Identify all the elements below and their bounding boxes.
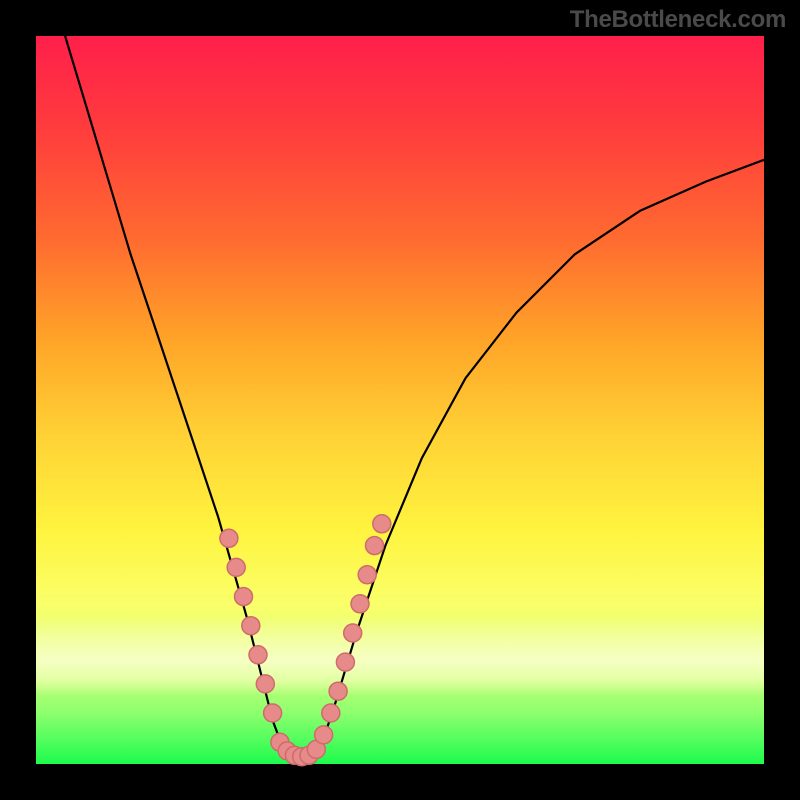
marker-group xyxy=(220,515,391,766)
curve-group xyxy=(65,36,764,757)
marker-dot xyxy=(315,726,333,744)
marker-dot xyxy=(249,646,267,664)
plot-area xyxy=(36,36,764,764)
marker-dot xyxy=(235,588,253,606)
branding-watermark: TheBottleneck.com xyxy=(570,6,786,34)
marker-dot xyxy=(336,653,354,671)
bottleneck-curve xyxy=(65,36,764,757)
marker-dot xyxy=(366,537,384,555)
marker-dot xyxy=(329,682,347,700)
marker-dot xyxy=(242,617,260,635)
outer-frame: TheBottleneck.com xyxy=(0,0,800,800)
marker-dot xyxy=(264,704,282,722)
marker-dot xyxy=(358,566,376,584)
marker-dot xyxy=(220,529,238,547)
marker-dot xyxy=(256,675,274,693)
marker-dot xyxy=(322,704,340,722)
marker-dot xyxy=(373,515,391,533)
marker-dot xyxy=(351,595,369,613)
chart-svg xyxy=(36,36,764,764)
marker-dot xyxy=(227,558,245,576)
marker-dot xyxy=(344,624,362,642)
